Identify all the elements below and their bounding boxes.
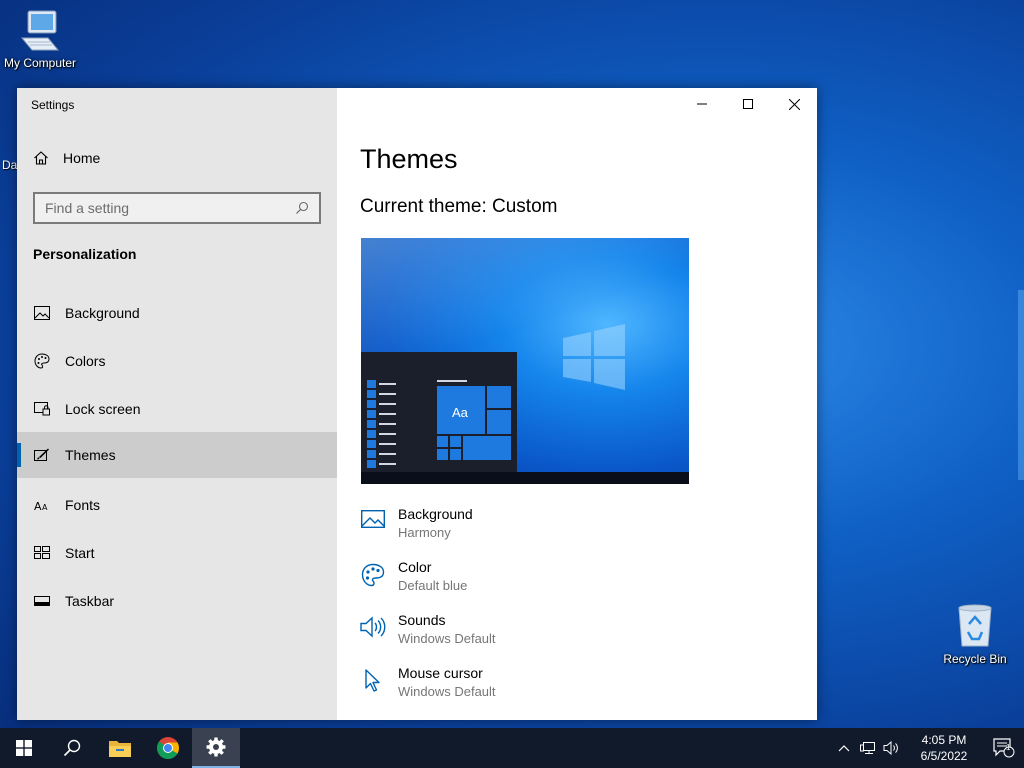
sidebar-item-label: Fonts [65,497,101,513]
window-title: Settings [31,98,75,112]
home-label: Home [63,150,101,166]
show-hidden-icons-button[interactable] [832,728,856,768]
theme-item-mouse-cursor[interactable]: Mouse cursor Windows Default [360,665,496,699]
search-button[interactable] [48,728,96,768]
desktop-icon-label: My Computer [3,56,77,70]
sidebar-item-label: Themes [65,447,116,463]
sidebar: Settings Home Find a setting Personaliza… [17,88,337,720]
brush-icon [33,446,51,464]
lock-screen-icon [33,400,51,418]
desktop-icon-partial-label: Da [2,158,18,172]
svg-text:A: A [34,500,42,512]
main-content: Themes Current theme: Custom Aa Backgrou… [337,88,817,720]
theme-item-color[interactable]: Color Default blue [360,559,467,593]
current-theme-label: Current theme: Custom [360,196,558,217]
sidebar-item-label: Lock screen [65,401,141,417]
start-icon [33,544,51,562]
search-icon [63,739,81,757]
chevron-up-icon [838,745,850,752]
sidebar-item-fonts[interactable]: AA Fonts [17,482,337,528]
sidebar-item-home[interactable]: Home [33,150,100,166]
clock[interactable]: 4:05 PM 6/5/2022 [904,732,984,764]
close-icon [788,98,800,110]
search-placeholder: Find a setting [45,200,130,216]
picture-icon [33,304,51,322]
preview-start-menu [361,352,517,472]
search-input[interactable]: Find a setting [33,192,321,224]
clock-time: 4:05 PM [921,733,967,747]
preview-tile-text: Aa [452,405,468,420]
sidebar-item-colors[interactable]: Colors [17,338,337,384]
file-explorer-button[interactable] [96,728,144,768]
settings-icon [206,737,226,757]
taskbar-icon [33,592,51,610]
sidebar-item-themes[interactable]: Themes [17,432,337,478]
sidebar-item-taskbar[interactable]: Taskbar [17,578,337,624]
speaker-icon [360,612,386,638]
svg-text:A: A [42,503,48,512]
settings-taskbar-button[interactable] [192,728,240,768]
section-title: Personalization [33,246,137,262]
volume-button[interactable] [880,728,904,768]
cursor-icon [360,665,386,692]
maximize-button[interactable] [725,88,771,120]
home-icon [34,151,48,165]
theme-preview[interactable]: Aa [361,238,689,484]
desktop-icon-partial[interactable]: Da [0,138,18,178]
chrome-icon [157,737,179,759]
theme-item-name: Sounds [398,612,446,628]
desktop-icon-my-computer[interactable]: My Computer [0,8,80,70]
start-button[interactable] [0,728,48,768]
sidebar-item-label: Taskbar [65,593,115,609]
picture-icon [360,506,386,532]
desktop-icon-label: Recycle Bin [943,652,1007,666]
windows-start-icon [16,740,32,756]
window-controls [679,88,817,120]
maximize-icon [743,99,753,109]
font-icon: AA [33,496,51,514]
theme-item-name: Color [398,559,432,575]
taskbar: 4:05 PM 6/5/2022 1 [0,728,1024,768]
notification-icon [993,738,1015,758]
network-icon [860,742,875,754]
theme-item-name: Mouse cursor [398,665,483,681]
theme-item-value: Windows Default [398,684,496,699]
theme-item-value: Default blue [398,578,468,593]
minimize-button[interactable] [679,88,725,120]
search-icon [296,201,309,214]
minimize-icon [697,103,707,105]
windows-logo-icon [563,324,625,390]
theme-item-name: Background [398,506,473,522]
theme-item-value: Harmony [398,525,451,540]
desktop-icon-recycle-bin[interactable]: Recycle Bin [935,602,1015,666]
clock-date: 6/5/2022 [920,749,968,763]
palette-icon [360,559,386,587]
computer-icon [20,10,60,51]
close-button[interactable] [771,88,817,120]
theme-item-background[interactable]: Background Harmony [360,506,473,540]
sidebar-item-background[interactable]: Background [17,290,337,336]
sidebar-item-label: Colors [65,353,106,369]
wallpaper-light-streak [1018,290,1024,480]
theme-item-sounds[interactable]: Sounds Windows Default [360,612,496,646]
theme-item-value: Windows Default [398,631,496,646]
page-title: Themes [360,144,458,174]
settings-window: Settings Home Find a setting Personaliza… [17,88,817,720]
sidebar-item-label: Start [65,545,95,561]
notification-count: 1 [1006,743,1011,752]
file-explorer-icon [109,741,131,757]
action-center-button[interactable]: 1 [984,728,1024,768]
chrome-button[interactable] [144,728,192,768]
sidebar-item-lock-screen[interactable]: Lock screen [17,386,337,432]
system-tray: 4:05 PM 6/5/2022 1 [832,728,1024,768]
sidebar-item-label: Background [65,305,140,321]
preview-taskbar [361,472,689,484]
volume-icon [883,741,898,755]
recycle-bin-icon [958,604,992,647]
palette-icon [33,352,51,370]
network-button[interactable] [856,728,880,768]
sidebar-item-start[interactable]: Start [17,530,337,576]
